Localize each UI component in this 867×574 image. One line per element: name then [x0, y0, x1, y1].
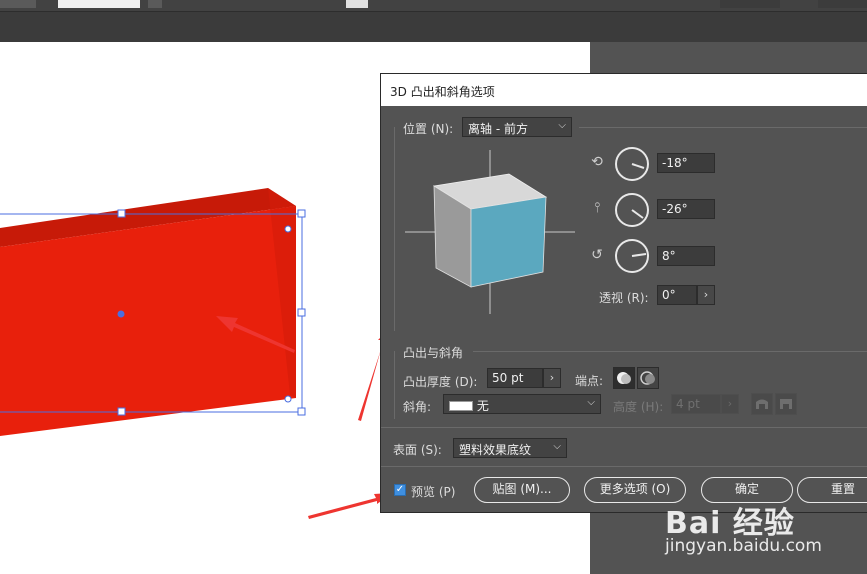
rotation-x-input[interactable]: -18° [657, 153, 715, 173]
chevron-down-icon: ⌵ [553, 441, 561, 452]
height-input[interactable]: 4 pt [671, 394, 721, 414]
perspective-input[interactable]: 0° [657, 285, 697, 305]
height-stepper[interactable]: › [721, 394, 739, 414]
toolbar-button[interactable] [148, 0, 162, 8]
rotation-y-input[interactable]: -26° [657, 199, 715, 219]
height-label: 高度 (H): [613, 400, 664, 414]
bevel-in-button[interactable] [775, 393, 797, 415]
bevel-label: 斜角: [403, 400, 432, 414]
surface-select[interactable]: 塑料效果底纹 ⌵ [453, 438, 567, 458]
position-select-value: 离轴 - 前方 [468, 122, 528, 136]
control-bar [0, 0, 867, 11]
rotation-trackball[interactable] [403, 148, 579, 318]
section-divider [381, 466, 867, 467]
section-divider [381, 427, 867, 428]
watermark: Bai 经验 jingyan.baidu.com [665, 498, 865, 568]
surface-label: 表面 (S): [393, 443, 442, 457]
preview-checkbox[interactable]: ✓ [394, 484, 406, 496]
chevron-down-icon: ⌵ [558, 120, 566, 131]
watermark-url: jingyan.baidu.com [665, 536, 822, 556]
preview-label[interactable]: 预览 (P) [411, 483, 455, 500]
dialog-title: 3D 凸出和斜角选项 [381, 74, 867, 106]
chevron-down-icon: ⌵ [587, 397, 595, 408]
document-tab-bar [0, 11, 867, 42]
extrude-section-title: 凸出与斜角 [403, 346, 464, 360]
surface-select-value: 塑料效果底纹 [459, 443, 532, 457]
bevel-in-icon [780, 399, 792, 409]
extrude-depth-input[interactable]: 50 pt [487, 368, 543, 388]
toolbar-field[interactable] [720, 0, 780, 8]
rotation-y-dial[interactable] [614, 192, 650, 228]
position-label: 位置 (N): [403, 122, 454, 136]
bevel-out-icon [756, 399, 768, 409]
bevel-select[interactable]: 无 ⌵ [443, 394, 601, 414]
toolbar-color-swatch[interactable] [346, 0, 368, 8]
perspective-label: 透视 (R): [599, 291, 649, 305]
rotation-x-dial[interactable] [614, 146, 650, 182]
cap-off-button[interactable] [637, 367, 659, 389]
toolbar-field[interactable] [58, 0, 140, 8]
section-divider [473, 351, 867, 352]
rotation-z-input[interactable]: 8° [657, 246, 715, 266]
cap-off-icon [640, 371, 655, 385]
toolbar-swatch[interactable] [0, 0, 36, 8]
position-select[interactable]: 离轴 - 前方 ⌵ [462, 117, 572, 137]
bevel-out-button[interactable] [751, 393, 773, 415]
toolbar-field[interactable] [818, 0, 867, 8]
rotation-z-dial[interactable] [614, 238, 650, 274]
rotate-y-axis-icon: ⫯ [593, 200, 601, 216]
cap-on-icon [617, 372, 631, 384]
bevel-swatch [449, 401, 473, 411]
extrude-depth-label: 凸出厚度 (D): [403, 375, 478, 389]
section-border [394, 351, 395, 419]
perspective-stepper[interactable]: › [697, 285, 715, 305]
section-divider [579, 127, 867, 128]
rotate-x-axis-icon: ⟲ [591, 154, 603, 170]
bevel-select-value: 无 [476, 399, 489, 413]
cube-front-face [470, 196, 547, 288]
cap-on-button[interactable] [613, 367, 635, 389]
extrude-depth-stepper[interactable]: › [543, 368, 561, 388]
section-border [394, 127, 395, 331]
map-button[interactable]: 贴图 (M)... [474, 477, 570, 503]
3d-extrude-bevel-dialog: 3D 凸出和斜角选项 位置 (N): 离轴 - 前方 ⌵ ⟲ -18° ⫯ -2… [380, 73, 867, 513]
cap-label: 端点: [575, 374, 604, 388]
rotate-z-axis-icon: ↺ [591, 247, 603, 263]
